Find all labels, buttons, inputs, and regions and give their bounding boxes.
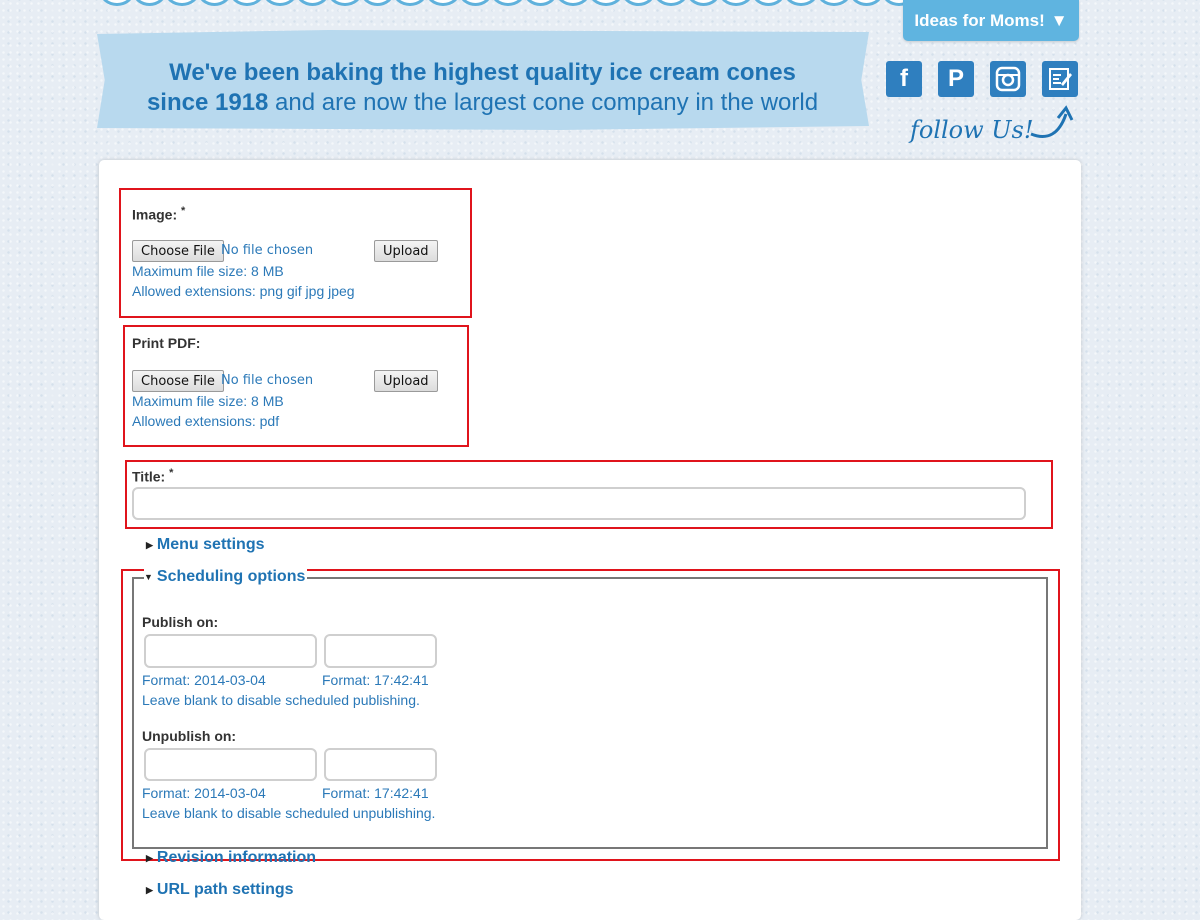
- follow-us-text: follow Us!: [910, 116, 1034, 144]
- curved-arrow-icon: [1030, 105, 1074, 138]
- image-max-size: Maximum file size: 8 MB: [132, 263, 284, 279]
- ideas-tab-label: Ideas for Moms!: [914, 10, 1045, 30]
- banner-since: since 1918: [146, 89, 269, 116]
- image-extensions: Allowed extensions: png gif jpg jpeg: [132, 283, 355, 299]
- publish-on-label: Publish on:: [142, 614, 219, 630]
- instagram-icon[interactable]: [990, 61, 1026, 97]
- ideas-for-moms-tab[interactable]: Ideas for Moms! ▼: [903, 0, 1079, 41]
- collapsed-arrow-icon: ▶: [146, 539, 153, 550]
- image-upload-button[interactable]: Upload: [374, 240, 438, 262]
- unpublish-time-input[interactable]: [324, 748, 437, 781]
- banner-text: We've been baking the highest quality ic…: [110, 58, 855, 118]
- unpublish-date-input[interactable]: [144, 748, 317, 781]
- image-choose-file-button[interactable]: Choose File: [132, 240, 224, 262]
- social-links: f P: [886, 61, 1078, 97]
- pdf-choose-file-button[interactable]: Choose File: [132, 370, 224, 392]
- publish-time-input[interactable]: [324, 634, 437, 668]
- scalloped-border: [100, 0, 982, 8]
- pdf-no-file-text: No file chosen: [221, 373, 314, 388]
- menu-settings-toggle[interactable]: ▶ Menu settings: [146, 536, 264, 554]
- title-field-label: Title: *: [132, 467, 174, 485]
- unpublish-on-label: Unpublish on:: [142, 728, 237, 744]
- scheduling-options-toggle[interactable]: ▼ Scheduling options: [144, 568, 308, 586]
- banner-line1: We've been baking the highest quality ic…: [169, 59, 796, 86]
- pdf-max-size: Maximum file size: 8 MB: [132, 393, 284, 409]
- collapsed-arrow-icon: ▶: [146, 884, 153, 895]
- image-field-label: Image: *: [132, 205, 186, 223]
- collapsed-arrow-icon: ▶: [146, 852, 153, 863]
- unpublish-time-format: Format: 17:42:41: [322, 785, 429, 801]
- blog-icon[interactable]: [1042, 61, 1078, 97]
- pdf-upload-button[interactable]: Upload: [374, 370, 438, 392]
- scheduling-options-label: Scheduling options: [156, 568, 306, 585]
- url-path-settings-label: URL path settings: [156, 881, 294, 898]
- facebook-icon[interactable]: f: [886, 61, 922, 97]
- chevron-down-icon: ▼: [1050, 10, 1068, 30]
- expanded-arrow-icon: ▼: [144, 572, 153, 582]
- pdf-field-label: Print PDF:: [132, 335, 201, 351]
- unpublish-help-text: Leave blank to disable scheduled unpubli…: [142, 805, 436, 821]
- pinterest-icon[interactable]: P: [938, 61, 974, 97]
- publish-date-input[interactable]: [144, 634, 317, 668]
- banner-line2-rest: and are now the largest cone company in …: [268, 89, 819, 116]
- menu-settings-label: Menu settings: [156, 536, 265, 553]
- required-mark: *: [169, 467, 174, 479]
- required-mark: *: [181, 205, 186, 217]
- publish-time-format: Format: 17:42:41: [322, 672, 429, 688]
- pdf-extensions: Allowed extensions: pdf: [132, 413, 280, 429]
- publish-help-text: Leave blank to disable scheduled publish…: [142, 692, 420, 708]
- image-no-file-text: No file chosen: [221, 243, 314, 258]
- revision-information-label: Revision information: [156, 849, 317, 866]
- revision-information-toggle[interactable]: ▶ Revision information: [146, 849, 316, 867]
- url-path-settings-toggle[interactable]: ▶ URL path settings: [146, 881, 294, 899]
- unpublish-date-format: Format: 2014-03-04: [142, 785, 266, 801]
- title-input[interactable]: [132, 487, 1026, 520]
- publish-date-format: Format: 2014-03-04: [142, 672, 266, 688]
